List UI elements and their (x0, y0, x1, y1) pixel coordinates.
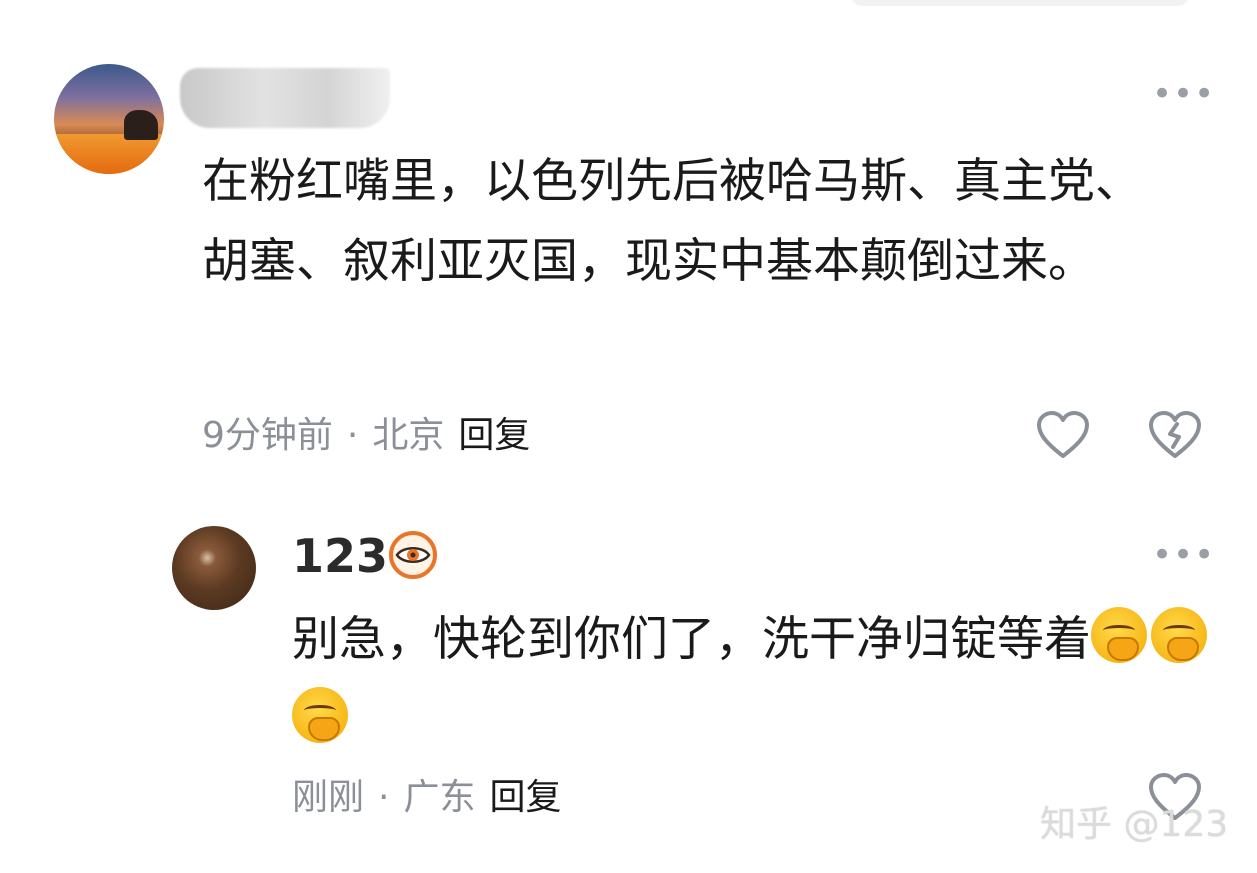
top-input-remnant (850, 0, 1190, 6)
comment-location: 广东 (403, 777, 476, 818)
reply-button[interactable]: 回复 (458, 415, 530, 456)
avatar[interactable] (172, 526, 256, 610)
blurred-username[interactable] (180, 68, 390, 128)
meta-separator: · (378, 777, 390, 818)
comment-text-body: 别急，快轮到你们了，洗干净归锭等着 (292, 612, 1091, 667)
meta-separator: · (346, 415, 359, 456)
comment-text: 别急，快轮到你们了，洗干净归锭等着 (292, 600, 1232, 760)
face-with-hand-over-mouth-icon (1151, 607, 1207, 663)
avatar-trees (124, 110, 158, 140)
heart-icon[interactable] (1036, 410, 1090, 464)
face-with-hand-over-mouth-icon (292, 687, 348, 743)
reply-button[interactable]: 回复 (489, 777, 561, 818)
comment-time: 9分钟前 (202, 415, 333, 456)
comment-time: 刚刚 (292, 777, 365, 818)
username[interactable]: 123 (292, 528, 388, 584)
more-icon[interactable]: ••• (1152, 77, 1215, 111)
comment-thread: ••• 在粉红嘴里，以色列先后被哈马斯、真主党、胡塞、叙利亚灭国，现实中基本颠倒… (0, 0, 1257, 873)
comment-meta: 9分钟前 · 北京 回复 (202, 414, 530, 458)
comment-location: 北京 (372, 415, 445, 456)
avatar-ground (54, 134, 164, 174)
broken-heart-icon[interactable] (1148, 410, 1202, 464)
avatar[interactable] (54, 64, 164, 174)
comment-meta: 刚刚 · 广东 回复 (292, 776, 562, 820)
more-icon[interactable]: ••• (1152, 538, 1215, 572)
face-with-hand-over-mouth-icon (1091, 607, 1147, 663)
watermark: 知乎 @123 (1040, 804, 1229, 845)
comment-text: 在粉红嘴里，以色列先后被哈马斯、真主党、胡塞、叙利亚灭国，现实中基本颠倒过来。 (202, 154, 1142, 289)
eye-badge-icon (388, 530, 438, 584)
